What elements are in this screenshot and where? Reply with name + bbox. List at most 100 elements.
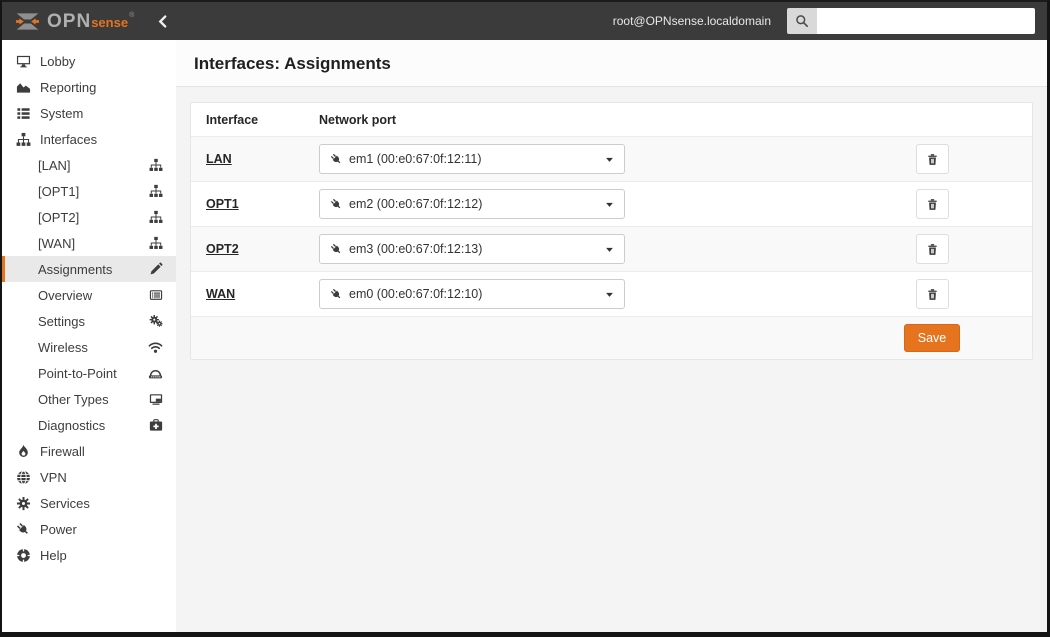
trash-icon — [927, 288, 937, 300]
selected-port-label: em2 (00:e0:67:0f:12:12) — [349, 197, 483, 211]
sidebar-item-overview[interactable]: Overview — [2, 282, 176, 308]
sidebar-item-point-to-point[interactable]: Point-to-Point — [2, 360, 176, 386]
page-header: Interfaces: Assignments — [176, 40, 1047, 87]
sitemap-icon — [149, 236, 163, 250]
sidebar-item-assignments[interactable]: Assignments — [2, 256, 176, 282]
sidebar-item-reporting[interactable]: Reporting — [2, 74, 176, 100]
topbar: OPN sense ® root@OPNsense.localdomain — [2, 2, 1047, 40]
search-group — [787, 8, 1035, 34]
caret-down-icon — [605, 155, 614, 164]
interface-link-opt1[interactable]: OPT1 — [206, 197, 239, 211]
interface-link-lan[interactable]: LAN — [206, 152, 232, 166]
plug-icon — [330, 153, 341, 163]
search-button[interactable] — [787, 8, 817, 34]
sidebar-item-label: Interfaces — [40, 131, 98, 147]
trash-icon — [927, 198, 937, 210]
sitemap-icon — [149, 210, 163, 224]
assignments-table: Interface Network port LAN em1 (00:e0:67… — [191, 103, 1032, 359]
opnsense-logo[interactable]: OPN sense ® — [14, 11, 134, 32]
sidebar-item-label: Firewall — [40, 443, 85, 459]
sitemap-icon — [149, 184, 163, 198]
network-port-select-lan[interactable]: em1 (00:e0:67:0f:12:11) — [319, 144, 625, 174]
sitemap-icon — [149, 158, 163, 172]
sidebar-item-power[interactable]: Power — [2, 516, 176, 542]
sidebar-item-label: Help — [40, 547, 67, 563]
network-port-select-opt1[interactable]: em2 (00:e0:67:0f:12:12) — [319, 189, 625, 219]
sidebar-item-wireless[interactable]: Wireless — [2, 334, 176, 360]
list-alt-icon — [149, 288, 163, 302]
plug-icon — [330, 288, 341, 298]
column-header-interface: Interface — [206, 113, 259, 127]
sidebar-item-label: System — [40, 105, 84, 121]
interface-link-opt2[interactable]: OPT2 — [206, 242, 239, 256]
selected-port-label: em1 (00:e0:67:0f:12:11) — [349, 152, 482, 166]
sidebar-item-system[interactable]: System — [2, 100, 176, 126]
sidebar-collapse-button[interactable] — [158, 14, 167, 28]
interface-link-wan[interactable]: WAN — [206, 287, 235, 301]
delete-opt2-button[interactable] — [915, 234, 949, 264]
wifi-icon — [148, 340, 163, 355]
sidebar-item-vpn[interactable]: VPN — [2, 464, 176, 490]
sidebar-item-label: Assignments — [38, 261, 113, 277]
sidebar-item-label: [WAN] — [38, 235, 76, 251]
sidebar-item-opt2[interactable]: [OPT2] — [2, 204, 176, 230]
sidebar-item-diagnostics[interactable]: Diagnostics — [2, 412, 176, 438]
sidebar-item-label: Services — [40, 495, 90, 511]
sidebar-item-label: Other Types — [38, 391, 109, 407]
delete-opt1-button[interactable] — [915, 189, 949, 219]
sidebar-item-label: Lobby — [40, 53, 76, 69]
network-port-select-opt2[interactable]: em3 (00:e0:67:0f:12:13) — [319, 234, 625, 264]
topbar-right: root@OPNsense.localdomain — [613, 8, 1035, 34]
sidebar-item-label: Wireless — [38, 339, 88, 355]
sidebar-item-lobby[interactable]: Lobby — [2, 48, 176, 74]
table-header-row: Interface Network port — [191, 103, 1032, 137]
delete-wan-button[interactable] — [915, 279, 949, 309]
logged-in-user: root@OPNsense.localdomain — [612, 14, 771, 28]
life-ring-icon — [15, 548, 31, 563]
main-layout: Lobby Reporting System Interfaces [LAN] … — [2, 40, 1047, 632]
globe-icon — [15, 470, 31, 485]
sidebar-item-interfaces[interactable]: Interfaces — [2, 126, 176, 152]
gear-icon — [15, 496, 31, 511]
sidebar-item-lan[interactable]: [LAN] — [2, 152, 176, 178]
column-header-actions — [832, 103, 1032, 137]
sitemap-icon — [15, 132, 31, 147]
browser-viewport: OPN sense ® root@OPNsense.localdomain Lo… — [0, 0, 1050, 637]
pencil-icon — [149, 262, 163, 276]
assignment-row-opt2: OPT2 em3 (00:e0:67:0f:12:13) — [191, 226, 1032, 272]
selected-port-label: em3 (00:e0:67:0f:12:13) — [349, 242, 483, 256]
assignments-panel: Interface Network port LAN em1 (00:e0:67… — [190, 102, 1033, 360]
assignment-row-lan: LAN em1 (00:e0:67:0f:12:11) — [191, 136, 1032, 182]
save-row: Save — [191, 316, 1032, 359]
sidebar-item-label: Overview — [38, 287, 93, 303]
caret-down-icon — [605, 245, 614, 254]
brand-opn: OPN — [47, 10, 92, 32]
sidebar-item-services[interactable]: Services — [2, 490, 176, 516]
opnsense-logo-icon — [16, 12, 39, 30]
delete-lan-button[interactable] — [915, 144, 949, 174]
chevron-left-icon — [158, 14, 167, 28]
sidebar-item-label: Settings — [38, 313, 85, 329]
sidebar-item-firewall[interactable]: Firewall — [2, 438, 176, 464]
sidebar-item-wan[interactable]: [WAN] — [2, 230, 176, 256]
sidebar-item-other-types[interactable]: Other Types — [2, 386, 176, 412]
trash-icon — [927, 153, 937, 165]
sidebar-item-opt1[interactable]: [OPT1] — [2, 178, 176, 204]
sidebar-item-settings[interactable]: Settings — [2, 308, 176, 334]
sidebar-item-label: [LAN] — [38, 157, 71, 173]
plug-icon — [15, 522, 31, 537]
selected-port-label: em0 (00:e0:67:0f:12:10) — [349, 287, 483, 301]
medkit-icon — [149, 418, 163, 432]
sidebar-item-help[interactable]: Help — [2, 542, 176, 568]
search-input[interactable] — [817, 8, 1035, 34]
sidebar-item-label: [OPT1] — [38, 183, 80, 199]
brand-sense: sense — [91, 14, 129, 30]
page-body: Interface Network port LAN em1 (00:e0:67… — [176, 87, 1047, 632]
trash-icon — [927, 243, 937, 255]
sidebar-item-label: [OPT2] — [38, 209, 80, 225]
sidebar-item-label: VPN — [40, 469, 67, 485]
save-button[interactable]: Save — [903, 324, 961, 352]
network-port-select-wan[interactable]: em0 (00:e0:67:0f:12:10) — [319, 279, 625, 309]
plug-icon — [330, 243, 341, 253]
sidebar-item-label: Reporting — [40, 79, 97, 95]
